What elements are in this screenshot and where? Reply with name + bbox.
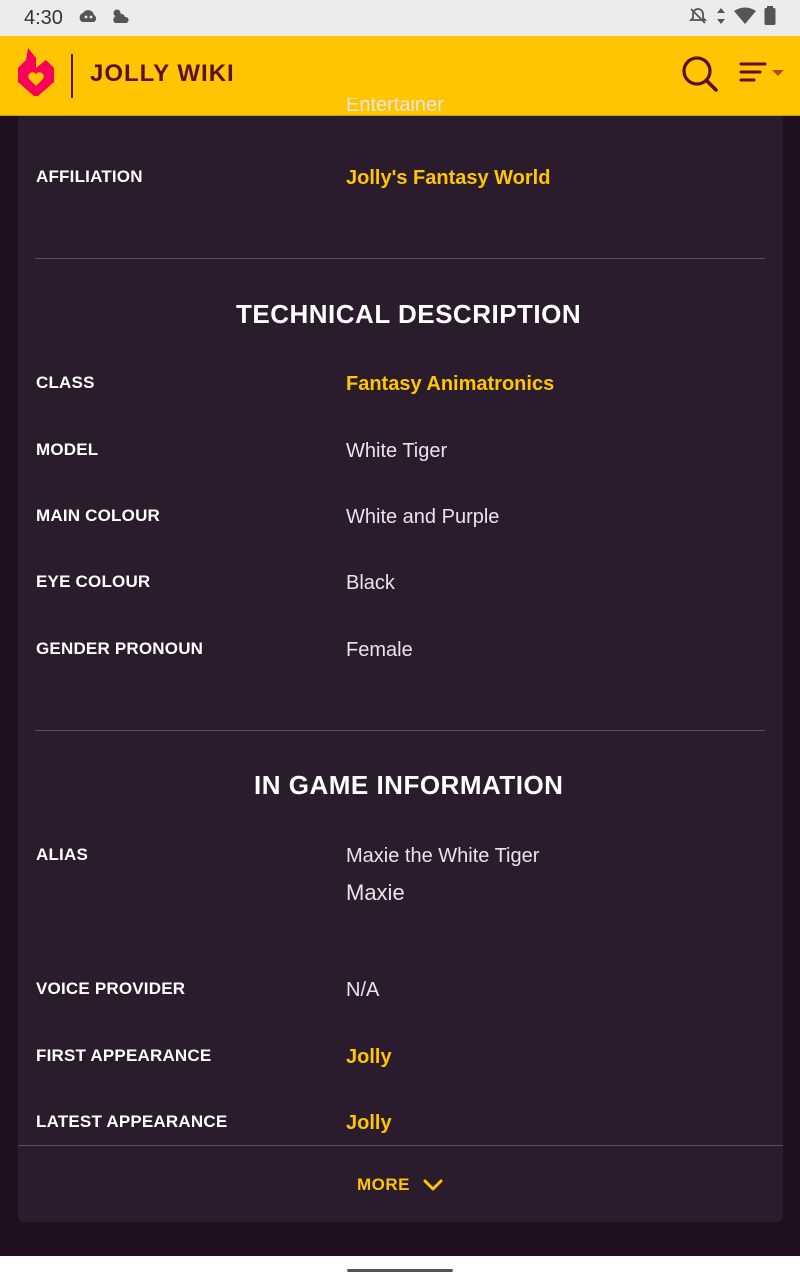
first-appearance-label: FIRST APPEARANCE (36, 1046, 212, 1065)
eye-colour-value: Black (346, 572, 395, 594)
section-title-in-game: IN GAME INFORMATION (250, 770, 568, 805)
latest-appearance-link[interactable]: Jolly (346, 1112, 392, 1135)
main-colour-label: MAIN COLOUR (36, 506, 161, 525)
search-button[interactable] (680, 54, 720, 94)
section-title-technical: TECHNICAL DESCRIPTION (232, 299, 586, 334)
voice-provider-label: VOICE PROVIDER (36, 979, 186, 998)
model-label: MODEL (36, 440, 99, 459)
gender-pronoun-label: GENDER PRONOUN (36, 639, 204, 658)
wifi-icon (734, 7, 756, 30)
battery-icon (764, 5, 776, 31)
gesture-handle[interactable] (347, 1269, 453, 1272)
eye-colour-label: EYE COLOUR (36, 572, 151, 591)
notifications-off-icon (688, 6, 708, 31)
system-nav-bar (0, 1256, 800, 1280)
menu-button[interactable] (738, 58, 790, 94)
search-icon (682, 56, 718, 92)
section-divider (35, 730, 765, 731)
data-arrows-icon (716, 6, 726, 31)
alias-label: ALIAS (36, 845, 88, 864)
affiliation-label: AFFILIATION (36, 167, 143, 186)
class-label: CLASS (36, 373, 95, 392)
more-label: MORE (357, 1175, 410, 1194)
latest-appearance-label: LATEST APPEARANCE (36, 1112, 228, 1131)
voice-provider-value: N/A (346, 979, 380, 1001)
model-value: White Tiger (346, 440, 448, 462)
section-divider (35, 258, 765, 259)
cloud-game-icon (77, 7, 99, 30)
alias-value-primary: Maxie the White Tiger (346, 845, 540, 867)
more-button[interactable]: MORE (18, 1145, 783, 1224)
first-appearance-link[interactable]: Jolly (346, 1046, 392, 1069)
wiki-name[interactable]: JOLLY WIKI (90, 60, 235, 88)
header-divider (71, 54, 73, 98)
status-bar: 4:30 (0, 0, 800, 36)
chevron-down-icon (423, 1179, 443, 1191)
main-colour-value: White and Purple (346, 506, 500, 528)
gender-pronoun-value: Female (346, 639, 413, 661)
class-value-link[interactable]: Fantasy Animatronics (346, 373, 554, 396)
affiliation-value-link[interactable]: Jolly's Fantasy World (346, 167, 550, 190)
menu-icon (739, 62, 784, 82)
weather-partly-cloudy-icon (109, 7, 131, 30)
infobox-clipped-value: Entertainer (346, 98, 444, 116)
fandom-logo[interactable] (16, 46, 56, 98)
alias-value-secondary: Maxie (346, 880, 405, 905)
status-time: 4:30 (24, 6, 63, 29)
